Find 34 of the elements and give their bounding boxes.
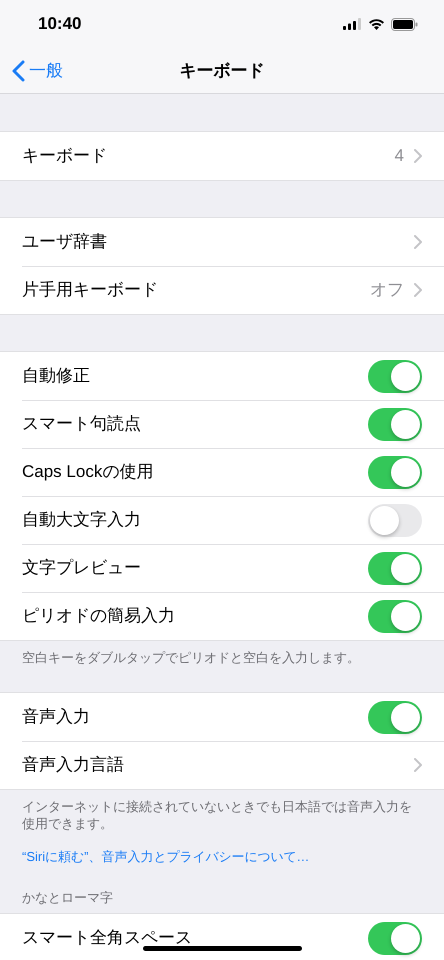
row-label: ピリオドの簡易入力 <box>22 605 175 628</box>
chevron-right-icon <box>414 758 422 772</box>
chevron-left-icon <box>12 60 25 82</box>
chevron-right-icon <box>414 149 422 163</box>
chevron-right-icon <box>414 283 422 297</box>
row-label: 自動修正 <box>22 365 90 388</box>
toggle-switch[interactable] <box>368 360 422 392</box>
back-button[interactable]: 一般 <box>12 58 63 84</box>
settings-link-row[interactable]: 片手用キーボード オフ <box>0 266 444 314</box>
row-label: 自動大文字入力 <box>22 509 141 532</box>
row-label: スマート句読点 <box>22 413 141 436</box>
settings-link-row[interactable]: 音声入力言語 <box>0 741 444 789</box>
battery-icon <box>391 18 418 30</box>
row-label: 文字プレビュー <box>22 557 141 580</box>
toggle-switch[interactable] <box>368 504 422 536</box>
toggle-switch[interactable] <box>368 600 422 632</box>
footer-note: インターネットに接続されていないときでも日本語では音声入力を使用できます。 <box>22 798 413 832</box>
toggle-switch[interactable] <box>368 408 422 440</box>
wifi-icon <box>368 18 385 30</box>
toggle-switch[interactable] <box>368 456 422 488</box>
toggle-switch[interactable] <box>368 922 422 954</box>
signal-icon <box>343 18 362 30</box>
section-header: かなとローマ字 <box>22 888 113 906</box>
toggle-switch[interactable] <box>368 552 422 584</box>
row-label: Caps Lockの使用 <box>22 461 154 484</box>
nav-title: キーボード <box>180 60 264 82</box>
chevron-right-icon <box>414 235 422 249</box>
row-label: 音声入力 <box>22 706 90 728</box>
footer-note: 空白キーをダブルタップでピリオドと空白を入力します。 <box>22 649 361 666</box>
row-label: スマート全角スペース <box>22 927 192 950</box>
status-time: 10:40 <box>38 13 82 36</box>
settings-link-row[interactable]: キーボード 4 <box>0 132 444 180</box>
toggle-switch[interactable] <box>368 700 422 734</box>
settings-link-row[interactable]: ユーザ辞書 <box>0 218 444 266</box>
